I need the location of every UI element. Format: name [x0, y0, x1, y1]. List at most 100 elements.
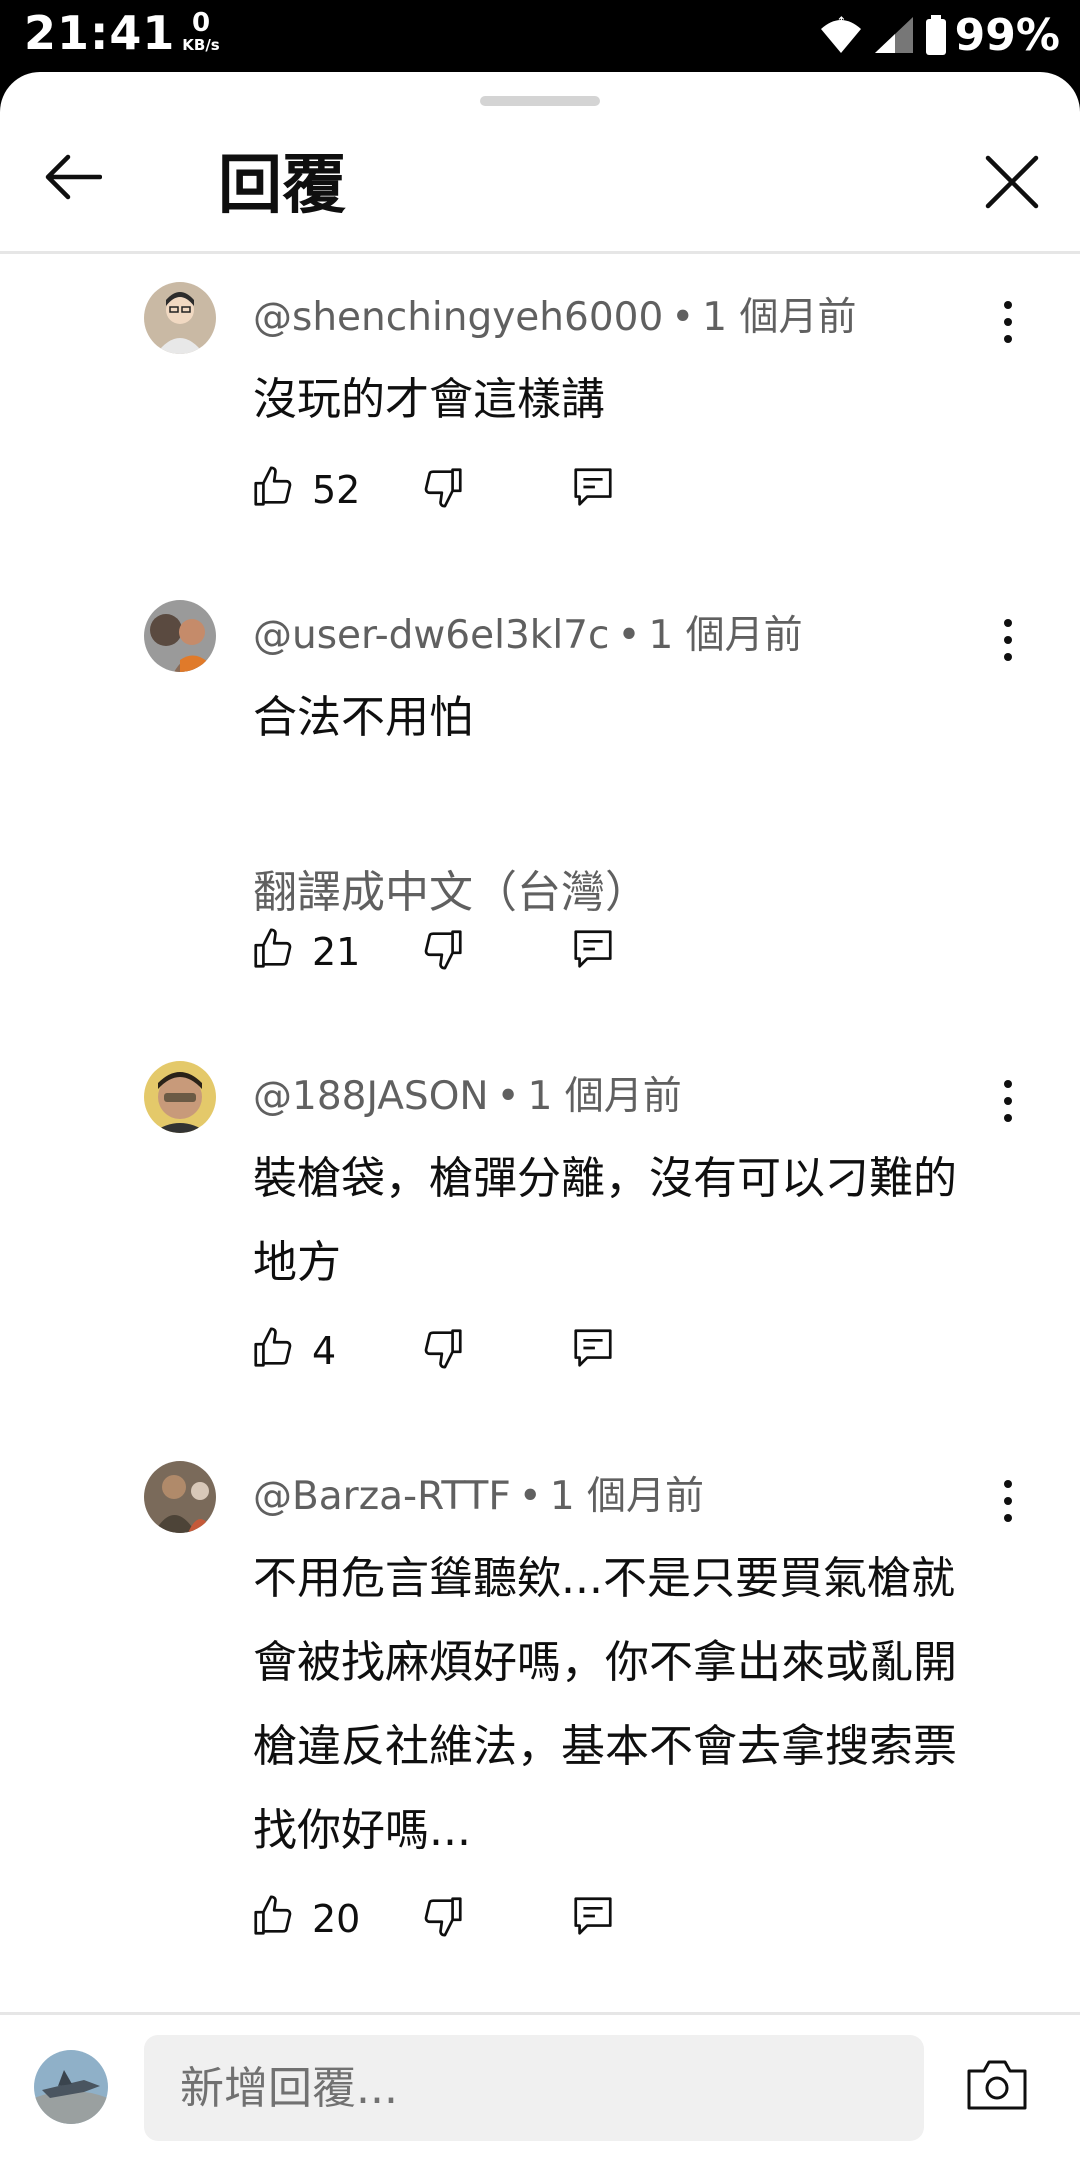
like-button[interactable]	[250, 1893, 302, 1945]
status-time: 21:41	[24, 6, 176, 60]
more-dot-icon	[1004, 335, 1012, 343]
sheet-header: 回覆	[0, 112, 1080, 254]
author-handle[interactable]: @shenchingyeh6000	[253, 295, 663, 340]
comment-icon	[574, 1897, 612, 1935]
more-options-button[interactable]	[990, 610, 1026, 670]
like-button[interactable]	[250, 1325, 302, 1377]
like-button[interactable]	[250, 926, 302, 978]
avatar[interactable]	[144, 600, 216, 672]
more-dot-icon	[1004, 619, 1012, 627]
thumbs-down-icon	[424, 1329, 462, 1369]
thumbs-down-icon	[424, 468, 462, 508]
arrow-left-icon	[45, 154, 102, 200]
back-button[interactable]	[38, 142, 108, 212]
status-bar: 21:41 0 KB/s 99%	[0, 0, 1080, 72]
author-handle[interactable]: @188JASON	[253, 1074, 489, 1119]
comment-time: 1 個月前	[527, 1074, 682, 1119]
separator-dot: •	[671, 295, 695, 340]
more-options-button[interactable]	[990, 292, 1026, 352]
reply-button[interactable]	[570, 1325, 622, 1377]
comment-text: 合法不用怕	[253, 692, 473, 743]
separator-dot: •	[518, 1474, 542, 1519]
reply-button[interactable]	[570, 1893, 622, 1945]
more-dot-icon	[1004, 1480, 1012, 1488]
comment-text: 不用危言聳聽欸...不是只要買氣槍就會被找麻煩好嗎，你不拿出來或亂開槍違反社維法…	[253, 1553, 957, 1856]
comment-item: @user-dw6el3kl7c • 1 個月前 合法不用怕 翻譯成中文（台灣） 2…	[0, 600, 1080, 1020]
thumbs-up-icon	[254, 928, 292, 968]
reply-button[interactable]	[570, 926, 622, 978]
drag-handle[interactable]	[480, 96, 600, 106]
comment-meta: @user-dw6el3kl7c • 1 個月前	[253, 604, 803, 660]
comment-text: 沒玩的才會這樣講	[253, 374, 605, 425]
user-avatar	[34, 2050, 108, 2124]
user-avatar-image	[34, 2050, 108, 2124]
camera-icon	[967, 2060, 1027, 2110]
signal-icon	[874, 17, 913, 53]
thumbs-up-icon	[254, 466, 292, 506]
comment-icon	[574, 468, 612, 506]
network-speed: 0 KB/s	[176, 10, 226, 53]
more-dot-icon	[1004, 1497, 1012, 1505]
comment-time: 1 個月前	[648, 613, 803, 658]
separator-dot: •	[617, 613, 641, 658]
comment-meta: @188JASON • 1 個月前	[253, 1065, 682, 1121]
reply-input[interactable]	[144, 2035, 924, 2141]
comment-actions: 4	[250, 1325, 670, 1385]
like-count: 20	[312, 1897, 361, 1941]
like-count: 21	[312, 930, 361, 974]
dislike-button[interactable]	[420, 926, 472, 978]
dislike-button[interactable]	[420, 1893, 472, 1945]
avatar-image	[144, 600, 216, 672]
close-icon	[985, 155, 1039, 209]
more-options-button[interactable]	[990, 1471, 1026, 1531]
comment-actions: 52	[250, 464, 670, 524]
camera-button[interactable]	[966, 2057, 1038, 2121]
comment-text: 裝槍袋，槍彈分離，沒有可以刁難的地方	[253, 1153, 957, 1288]
comment-item: @shenchingyeh6000 • 1 個月前 沒玩的才會這樣講 52	[0, 282, 1080, 582]
translate-link[interactable]: 翻譯成中文（台灣）	[253, 856, 649, 920]
reply-composer	[0, 2012, 1080, 2160]
more-dot-icon	[1004, 1114, 1012, 1122]
status-icons: 99%	[817, 10, 1060, 61]
comment-time: 1 個月前	[702, 295, 857, 340]
comment-item: @188JASON • 1 個月前 裝槍袋，槍彈分離，沒有可以刁難的地方 4	[0, 1061, 1080, 1441]
dislike-button[interactable]	[420, 464, 472, 516]
comment-icon	[574, 930, 612, 968]
replies-sheet: 回覆 @shenchingyeh6000 • 1 個月前 沒玩的才會這樣講 52…	[0, 72, 1080, 2160]
close-button[interactable]	[972, 142, 1052, 222]
comment-actions: 20	[250, 1893, 670, 1953]
avatar[interactable]	[144, 282, 216, 354]
avatar-image	[144, 282, 216, 354]
more-dot-icon	[1004, 1097, 1012, 1105]
more-dot-icon	[1004, 301, 1012, 309]
avatar-image	[144, 1461, 216, 1533]
network-speed-unit: KB/s	[182, 36, 220, 54]
comment-meta: @Barza-RTTF • 1 個月前	[253, 1465, 704, 1521]
thumbs-down-icon	[424, 1897, 462, 1937]
more-dot-icon	[1004, 1514, 1012, 1522]
author-handle[interactable]: @Barza-RTTF	[253, 1474, 511, 1519]
dislike-button[interactable]	[420, 1325, 472, 1377]
wifi-icon	[820, 16, 861, 53]
separator-dot: •	[496, 1074, 520, 1119]
comment-actions: 21	[250, 926, 670, 986]
comment-item: @Barza-RTTF • 1 個月前 不用危言聳聽欸...不是只要買氣槍就會被找麻…	[0, 1461, 1080, 1961]
comment-meta: @shenchingyeh6000 • 1 個月前	[253, 286, 857, 342]
avatar-image	[144, 1061, 216, 1133]
more-dot-icon	[1004, 1080, 1012, 1088]
avatar[interactable]	[144, 1061, 216, 1133]
like-button[interactable]	[250, 464, 302, 516]
thumbs-down-icon	[424, 930, 462, 970]
battery-icon	[925, 15, 946, 55]
reply-button[interactable]	[570, 464, 622, 516]
more-dot-icon	[1004, 636, 1012, 644]
more-dot-icon	[1004, 318, 1012, 326]
page-title: 回覆	[218, 149, 346, 223]
thumbs-up-icon	[254, 1327, 292, 1367]
like-count: 4	[312, 1329, 337, 1373]
network-speed-value: 0	[191, 8, 211, 38]
more-options-button[interactable]	[990, 1071, 1026, 1131]
thumbs-up-icon	[254, 1895, 292, 1935]
author-handle[interactable]: @user-dw6el3kl7c	[253, 613, 609, 658]
avatar[interactable]	[144, 1461, 216, 1533]
